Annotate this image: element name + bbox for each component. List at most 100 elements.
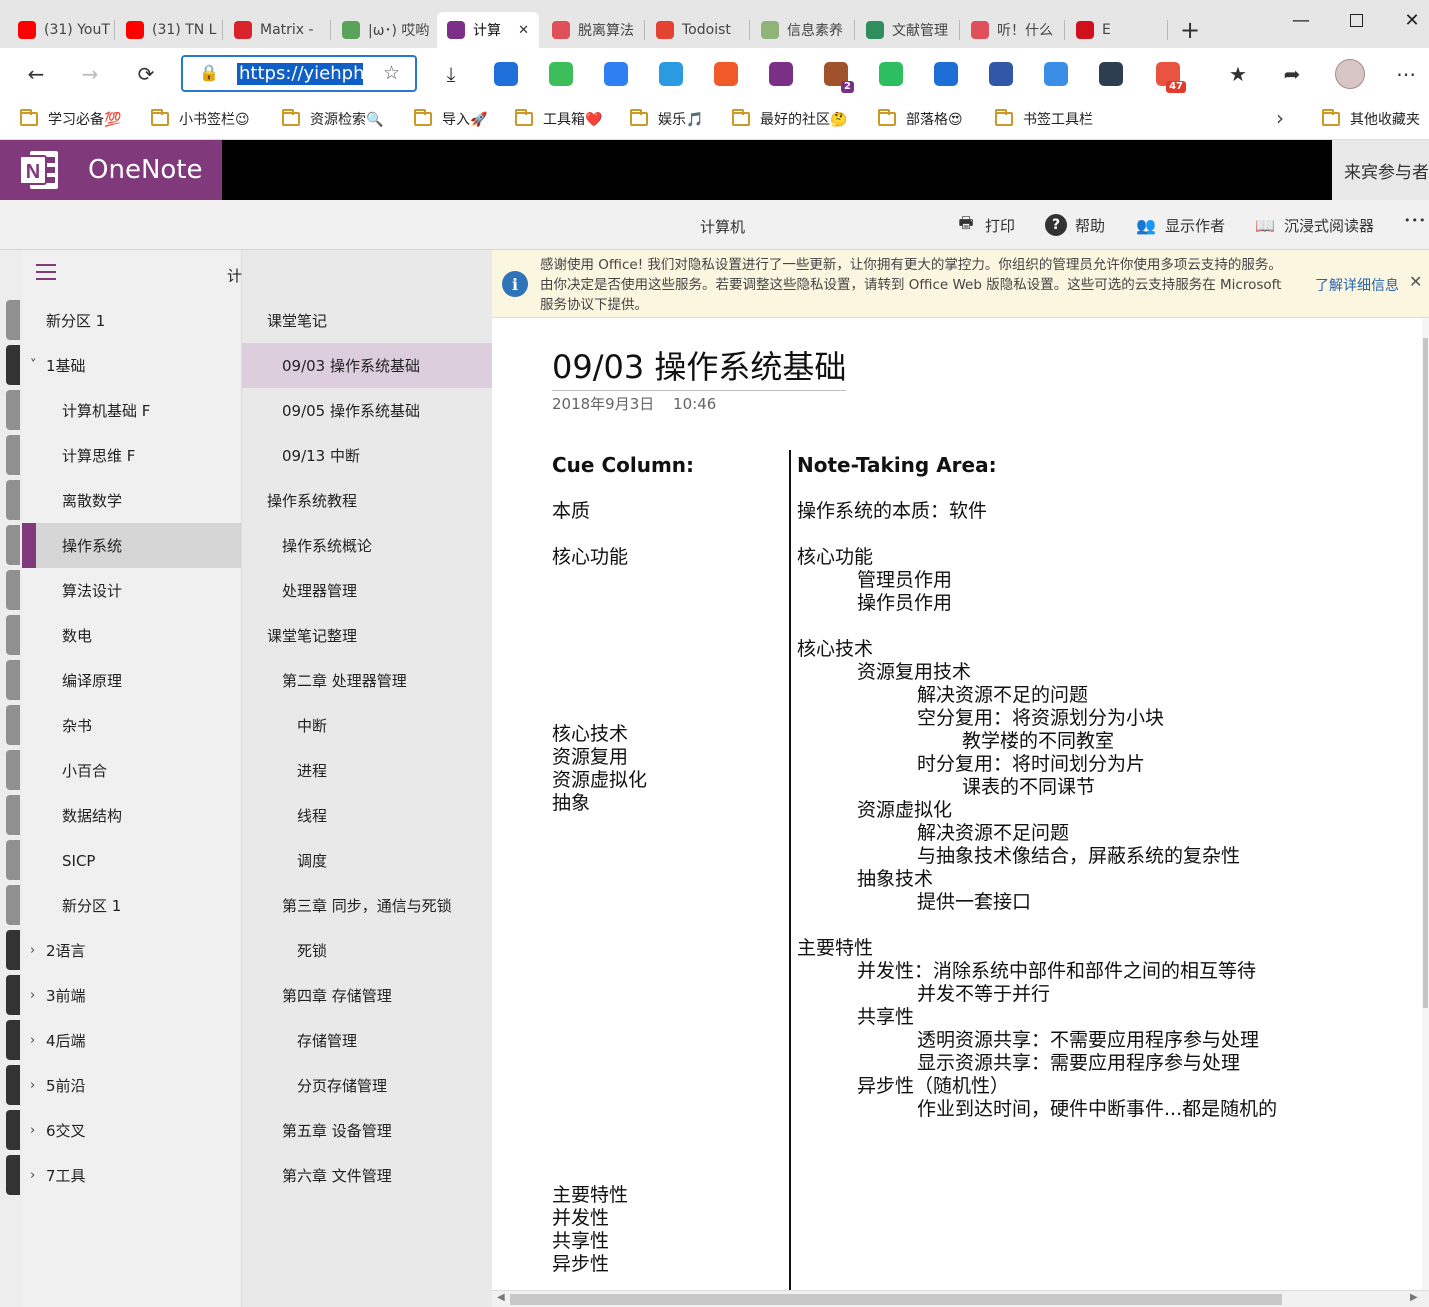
doc-ext-icon[interactable] [659,62,683,86]
browser-tab[interactable]: Todoist [646,12,750,48]
page-item[interactable]: 存储管理 [242,1018,492,1063]
section-item[interactable]: ˅ 1基础 [22,343,241,388]
section-item[interactable]: 新分区 1 [22,298,241,343]
page-item[interactable]: 09/05 操作系统基础 [242,388,492,433]
browser-tab[interactable]: (31) TN L [116,12,222,48]
page-item[interactable]: 进程 [242,748,492,793]
bookmarks-overflow-chevron-icon[interactable]: › [1276,106,1284,130]
browser-tab[interactable]: 信息素养 [751,12,855,48]
download-icon[interactable]: ⤓ [435,58,467,90]
page-item[interactable]: 调度 [242,838,492,883]
page-item[interactable]: 操作系统概论 [242,523,492,568]
browser-tab[interactable]: E [1066,12,1166,48]
browser-tab[interactable]: |ω･) 哎哟 [332,12,436,48]
section-item[interactable]: 编译原理 [22,658,241,703]
notebook-edge-tab[interactable] [6,1155,20,1195]
maximize-button[interactable] [1336,6,1376,34]
page-item[interactable]: 课堂笔记整理 [242,613,492,658]
notebook-edge-tab[interactable] [6,795,20,835]
page-item[interactable]: 中断 [242,703,492,748]
apps-ext-icon[interactable]: 47 [1156,62,1186,93]
new-tab-button[interactable]: + [1178,16,1202,44]
guest-user-label[interactable]: 来宾参与者 [1332,140,1429,200]
notebook-edge-tab[interactable] [6,1110,20,1150]
address-input[interactable]: https://yiehph [237,63,363,85]
blue-note-ext-icon[interactable] [604,62,628,86]
window-ext-icon[interactable] [989,62,1013,86]
expand-chevron-icon[interactable]: ˅ [30,358,37,373]
page-item[interactable]: 操作系统教程 [242,478,492,523]
forward-button[interactable]: → [74,58,106,90]
notebook-edge-tab[interactable] [6,705,20,745]
show-authors-button[interactable]: 👥 显示作者 [1135,214,1225,236]
page-item[interactable]: 第二章 处理器管理 [242,658,492,703]
notebook-edge-tab[interactable] [6,1065,20,1105]
monkey-ext-icon[interactable]: 2 [824,62,854,93]
expand-chevron-icon[interactable]: › [30,943,35,958]
page-item[interactable]: 第三章 同步，通信与死锁 [242,883,492,928]
notebook-edge-tab[interactable] [6,345,20,385]
page-item[interactable]: 第六章 文件管理 [242,1153,492,1198]
address-bar[interactable]: 🔒 https://yiehph ☆ [181,55,417,92]
notebook-edge-tab[interactable] [6,300,20,340]
browser-tab[interactable]: Matrix - [224,12,330,48]
learn-more-link[interactable]: 了解详细信息 [1315,275,1399,295]
expand-chevron-icon[interactable]: › [30,1078,35,1093]
scroll-left-arrow-icon[interactable]: ◀ [497,1292,505,1303]
scroll-right-arrow-icon[interactable]: ▶ [1410,1292,1418,1303]
browser-tab[interactable]: (31) YouT [8,12,114,48]
onenote-ext-icon[interactable] [769,62,793,86]
share-icon[interactable]: ➦ [1276,58,1308,90]
browser-tab[interactable]: 听！什么 [961,12,1065,48]
notebook-edge-tab[interactable] [6,615,20,655]
j-ext-icon[interactable] [934,62,958,86]
section-item[interactable]: › 5前沿 [22,1063,241,1108]
notebook-edge-tab[interactable] [6,570,20,610]
notebook-edge-tab[interactable] [6,930,20,970]
back-button[interactable]: ← [20,58,52,90]
note-canvas[interactable]: 09/03 操作系统基础 2018年9月3日 10:46 Cue Column:… [492,318,1422,1290]
page-item[interactable]: 处理器管理 [242,568,492,613]
section-item[interactable]: 小百合 [22,748,241,793]
bookmark-folder[interactable]: 工具箱❤️ [515,108,602,130]
orange-ext-icon[interactable] [714,62,738,86]
more-menu-icon[interactable]: ⋯ [1390,58,1422,90]
close-notice-icon[interactable]: ✕ [1409,272,1422,291]
browser-tab[interactable]: 计算 ✕ [437,12,539,48]
notebook-edge-tab[interactable] [6,390,20,430]
page-title[interactable]: 09/03 操作系统基础 [552,342,847,391]
vertical-scroll-thumb[interactable] [1423,338,1428,1008]
horizontal-scrollbar[interactable]: ◀ ▶ [492,1290,1429,1307]
section-item[interactable]: 数据结构 [22,793,241,838]
notebook-edge-tab[interactable] [6,885,20,925]
horizontal-scroll-thumb[interactable] [510,1294,1282,1305]
notebook-edge-tab[interactable] [6,750,20,790]
page-item[interactable]: 分页存储管理 [242,1063,492,1108]
page-item[interactable]: 09/13 中断 [242,433,492,478]
section-item[interactable]: 杂书 [22,703,241,748]
translate-ext-icon[interactable] [494,62,518,86]
shield-ext-icon[interactable] [1044,62,1068,86]
vertical-scrollbar[interactable] [1422,318,1429,1290]
notebook-edge-tab[interactable] [6,840,20,880]
favorite-star-icon[interactable]: ☆ [383,62,400,84]
page-item[interactable]: 死锁 [242,928,492,973]
notebook-edge-tab[interactable] [6,480,20,520]
bookmark-folder[interactable]: 书签工具栏 [995,108,1093,130]
onenote-brand[interactable]: N OneNote [0,140,222,200]
page-item[interactable]: 课堂笔记 [242,298,492,343]
section-item[interactable]: › 2语言 [22,928,241,973]
section-item[interactable]: 算法设计 [22,568,241,613]
notebook-edge-tab[interactable] [6,660,20,700]
expand-chevron-icon[interactable]: › [30,988,35,1003]
page-item[interactable]: 第四章 存储管理 [242,973,492,1018]
page-item[interactable]: 第五章 设备管理 [242,1108,492,1153]
notebook-edge-tab[interactable] [6,975,20,1015]
expand-chevron-icon[interactable]: › [30,1168,35,1183]
expand-chevron-icon[interactable]: › [30,1123,35,1138]
browser-tab[interactable]: 文献管理 [856,12,960,48]
immersive-reader-button[interactable]: 📖 沉浸式阅读器 [1254,214,1374,236]
section-item[interactable]: 数电 [22,613,241,658]
section-item[interactable]: 计算思维 F [22,433,241,478]
section-item[interactable]: 计算机基础 F [22,388,241,433]
